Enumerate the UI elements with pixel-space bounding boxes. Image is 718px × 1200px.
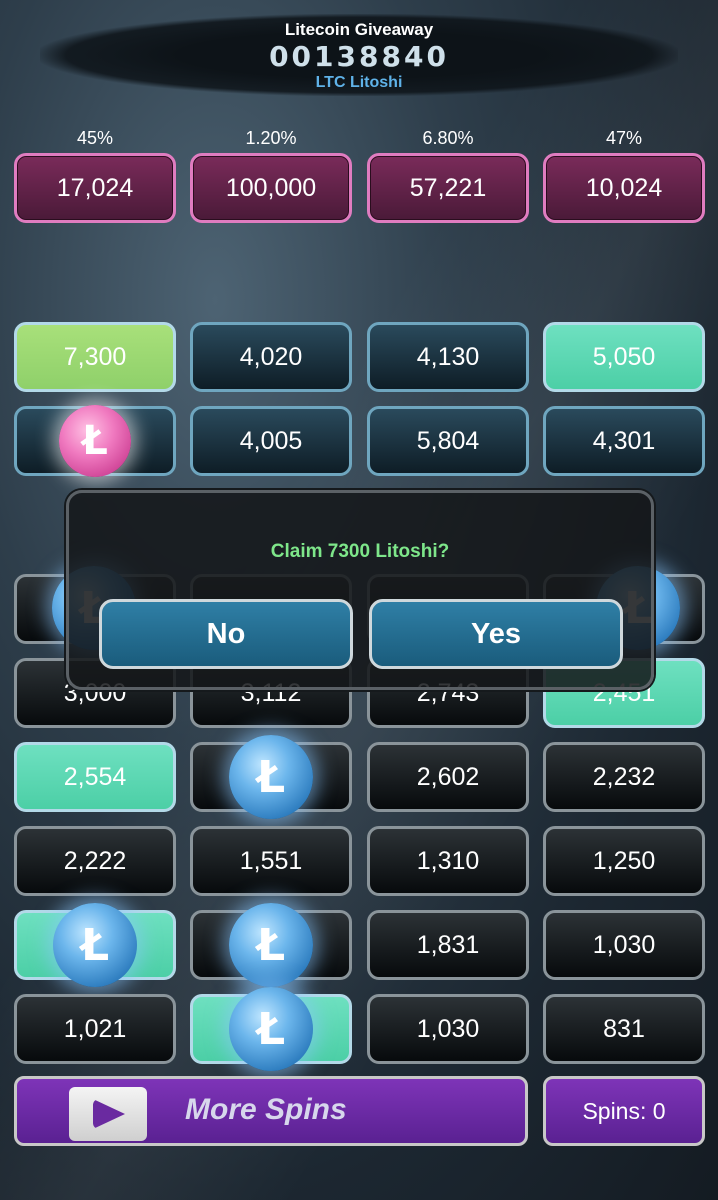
scratch-tile[interactable]: 5,050 <box>543 322 705 392</box>
scratch-tile[interactable]: 2,602 <box>367 742 529 812</box>
game-header: Litecoin Giveaway 00138840 LTC Litoshi <box>40 14 678 96</box>
scratch-tile[interactable]: 2,554 <box>14 742 176 812</box>
prize-box: 10,024 <box>543 153 705 223</box>
scratch-tile[interactable]: 1,310 <box>367 826 529 896</box>
litecoin-pink-icon: Ł <box>59 405 131 477</box>
litecoin-icon: Ł <box>229 987 313 1071</box>
more-spins-button[interactable]: More Spins <box>14 1076 528 1146</box>
litecoin-icon: Ł <box>53 903 137 987</box>
prize-box: 100,000 <box>190 153 352 223</box>
prize-percent: 45% <box>76 128 114 148</box>
litecoin-icon: Ł <box>229 903 313 987</box>
play-video-icon <box>69 1087 147 1141</box>
prize-percent: 6.80% <box>422 128 474 148</box>
scratch-tile[interactable]: 1,030 <box>543 910 705 980</box>
claim-message: Claim 7300 Litoshi? <box>270 541 450 562</box>
prize-box: 17,024 <box>14 153 176 223</box>
game-title: Litecoin Giveaway <box>284 20 434 39</box>
scratch-tile[interactable]: 5,804 <box>367 406 529 476</box>
scratch-tile[interactable]: 4,301 <box>543 406 705 476</box>
jackpot-counter: 00138840 <box>269 40 449 73</box>
litecoin-icon: Ł <box>229 735 313 819</box>
prize-percent: 1.20% <box>245 128 297 148</box>
scratch-tile[interactable]: 1,831 <box>367 910 529 980</box>
scratch-tile[interactable]: 4,130 <box>367 322 529 392</box>
scratch-tile[interactable]: 2,222 <box>14 826 176 896</box>
spins-counter: Spins: 0 <box>543 1076 705 1146</box>
no-button[interactable]: No <box>99 599 353 669</box>
claim-dialog: Claim 7300 Litoshi? No Yes <box>66 490 654 690</box>
scratch-tile[interactable]: 4,005 <box>190 406 352 476</box>
scratch-tile[interactable]: 1,030 <box>367 994 529 1064</box>
scratch-tile[interactable]: 831 <box>543 994 705 1064</box>
currency-label: LTC Litoshi <box>315 74 403 91</box>
prize-box: 57,221 <box>367 153 529 223</box>
scratch-tile[interactable]: 7,300 <box>14 322 176 392</box>
more-spins-label: More Spins <box>185 1093 347 1126</box>
scratch-tile[interactable]: 4,020 <box>190 322 352 392</box>
scratch-tile[interactable]: 2,232 <box>543 742 705 812</box>
yes-button[interactable]: Yes <box>369 599 623 669</box>
scratch-tile[interactable]: 1,250 <box>543 826 705 896</box>
prize-percent: 47% <box>605 128 643 148</box>
scratch-tile[interactable]: 1,551 <box>190 826 352 896</box>
scratch-tile[interactable]: 1,021 <box>14 994 176 1064</box>
